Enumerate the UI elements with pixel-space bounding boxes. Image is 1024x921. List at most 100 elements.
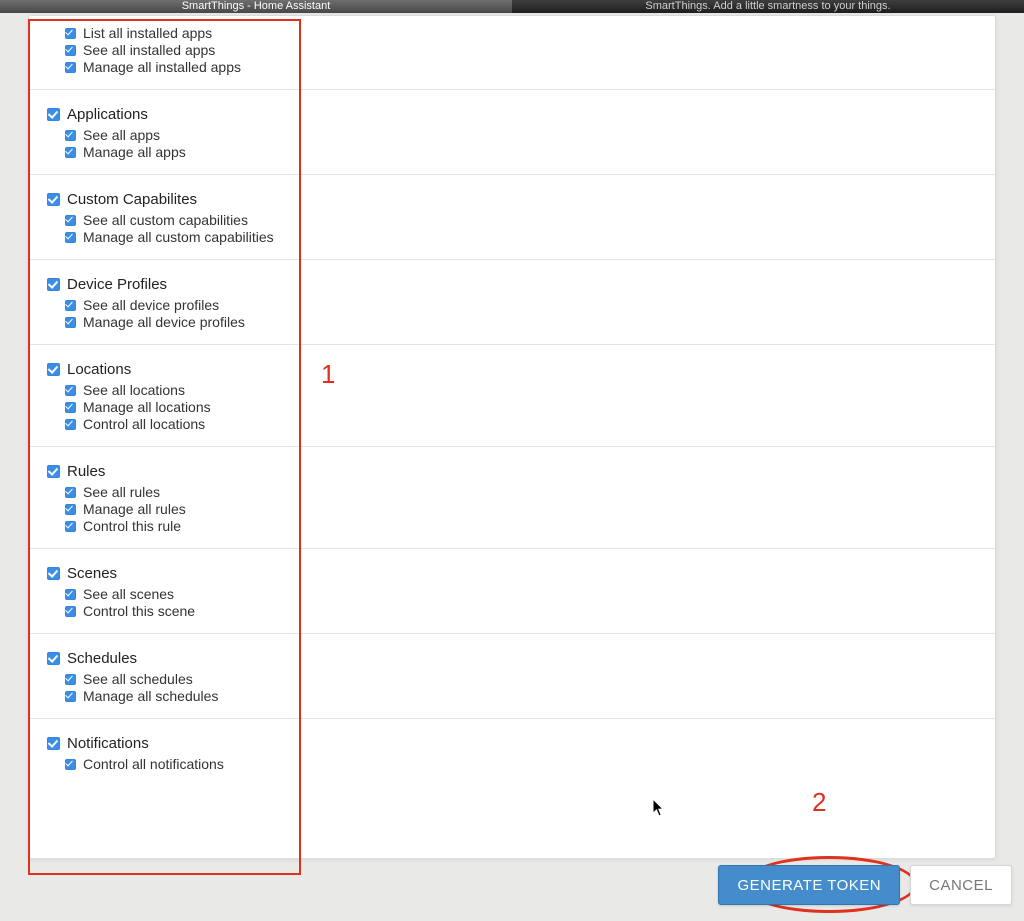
permission-label: Manage all device profiles (83, 314, 245, 330)
permission-label: See all apps (83, 127, 160, 143)
permission-label: Control all notifications (83, 756, 224, 772)
permission-label: See all schedules (83, 671, 193, 687)
permission-item[interactable]: Manage all locations (47, 399, 977, 415)
section-header[interactable]: Rules (47, 463, 977, 480)
permission-item[interactable]: See all device profiles (47, 297, 977, 313)
permission-item[interactable]: See all installed apps (47, 42, 977, 58)
permission-label: Manage all installed apps (83, 59, 241, 75)
permission-item[interactable]: See all scenes (47, 586, 977, 602)
checkbox-icon[interactable] (65, 300, 76, 311)
section-applications: Applications See all appsManage all apps (29, 90, 995, 175)
browser-tab-inactive[interactable]: SmartThings. Add a little smartness to y… (512, 0, 1024, 13)
permission-label: Control all locations (83, 416, 205, 432)
permission-label: See all locations (83, 382, 185, 398)
section-title: Locations (67, 361, 131, 378)
permission-item[interactable]: Manage all device profiles (47, 314, 977, 330)
checkbox-icon[interactable] (65, 691, 76, 702)
permission-item[interactable]: List all installed apps (47, 25, 977, 41)
permission-item[interactable]: Manage all installed apps (47, 59, 977, 75)
permission-label: Control this rule (83, 518, 181, 534)
section-rules: Rules See all rulesManage all rulesContro… (29, 447, 995, 549)
section-header[interactable]: Device Profiles (47, 276, 977, 293)
permission-item[interactable]: Manage all rules (47, 501, 977, 517)
cancel-button[interactable]: CANCEL (910, 865, 1012, 905)
checkbox-icon[interactable] (65, 521, 76, 532)
checkbox-icon[interactable] (65, 45, 76, 56)
section-schedules: Schedules See all schedulesManage all sch… (29, 634, 995, 719)
checkbox-icon[interactable] (65, 589, 76, 600)
section-title: Scenes (67, 565, 117, 582)
section-header[interactable]: Scenes (47, 565, 977, 582)
permission-label: See all device profiles (83, 297, 219, 313)
checkbox-icon[interactable] (47, 737, 60, 750)
section-custom-capabilities: Custom Capabilites See all custom capabil… (29, 175, 995, 260)
permission-label: Manage all custom capabilities (83, 229, 274, 245)
checkbox-icon[interactable] (65, 232, 76, 243)
section-header[interactable]: Custom Capabilites (47, 191, 977, 208)
section-installed-apps: List all installed appsSee all installed… (29, 16, 995, 90)
permission-item[interactable]: Control all notifications (47, 756, 977, 772)
form-actions: GENERATE TOKEN CANCEL (718, 865, 1012, 905)
section-notifications: Notifications Control all notifications (29, 719, 995, 786)
generate-token-button[interactable]: GENERATE TOKEN (718, 865, 900, 905)
permission-item[interactable]: Manage all custom capabilities (47, 229, 977, 245)
checkbox-icon[interactable] (47, 193, 60, 206)
checkbox-icon[interactable] (65, 215, 76, 226)
checkbox-icon[interactable] (65, 28, 76, 39)
checkbox-icon[interactable] (65, 674, 76, 685)
section-header[interactable]: Schedules (47, 650, 977, 667)
permission-label: Manage all rules (83, 501, 186, 517)
permission-item[interactable]: Control this rule (47, 518, 977, 534)
permission-item[interactable]: See all custom capabilities (47, 212, 977, 228)
browser-tab-active[interactable]: SmartThings - Home Assistant (0, 0, 512, 13)
section-title: Applications (67, 106, 148, 123)
checkbox-icon[interactable] (47, 108, 60, 121)
checkbox-icon[interactable] (47, 278, 60, 291)
checkbox-icon[interactable] (65, 402, 76, 413)
section-header[interactable]: Applications (47, 106, 977, 123)
checkbox-icon[interactable] (65, 759, 76, 770)
section-header[interactable]: Locations (47, 361, 977, 378)
browser-tab-strip: SmartThings - Home Assistant SmartThings… (0, 0, 1024, 13)
section-title: Custom Capabilites (67, 191, 197, 208)
permission-item[interactable]: Control this scene (47, 603, 977, 619)
section-scenes: Scenes See all scenesControl this scene (29, 549, 995, 634)
permissions-card: List all installed appsSee all installed… (28, 15, 996, 859)
checkbox-icon[interactable] (65, 504, 76, 515)
checkbox-icon[interactable] (47, 363, 60, 376)
checkbox-icon[interactable] (65, 385, 76, 396)
permission-label: Manage all apps (83, 144, 186, 160)
permission-item[interactable]: See all schedules (47, 671, 977, 687)
permission-item[interactable]: See all apps (47, 127, 977, 143)
permission-label: Manage all locations (83, 399, 211, 415)
section-title: Notifications (67, 735, 149, 752)
checkbox-icon[interactable] (47, 567, 60, 580)
checkbox-icon[interactable] (65, 419, 76, 430)
checkbox-icon[interactable] (47, 465, 60, 478)
permission-label: See all scenes (83, 586, 174, 602)
permission-item[interactable]: Manage all apps (47, 144, 977, 160)
permission-label: List all installed apps (83, 25, 212, 41)
section-title: Device Profiles (67, 276, 167, 293)
permission-item[interactable]: See all rules (47, 484, 977, 500)
section-header[interactable]: Notifications (47, 735, 977, 752)
permission-label: See all custom capabilities (83, 212, 248, 228)
permission-item[interactable]: Control all locations (47, 416, 977, 432)
permission-label: See all installed apps (83, 42, 215, 58)
permission-item[interactable]: Manage all schedules (47, 688, 977, 704)
permission-label: Manage all schedules (83, 688, 218, 704)
checkbox-icon[interactable] (65, 147, 76, 158)
checkbox-icon[interactable] (65, 130, 76, 141)
section-device-profiles: Device Profiles See all device profilesMa… (29, 260, 995, 345)
permission-item[interactable]: See all locations (47, 382, 977, 398)
permission-label: Control this scene (83, 603, 195, 619)
section-title: Rules (67, 463, 105, 480)
checkbox-icon[interactable] (65, 487, 76, 498)
permission-label: See all rules (83, 484, 160, 500)
checkbox-icon[interactable] (65, 606, 76, 617)
checkbox-icon[interactable] (65, 317, 76, 328)
section-locations: Locations See all locationsManage all loc… (29, 345, 995, 447)
checkbox-icon[interactable] (65, 62, 76, 73)
section-title: Schedules (67, 650, 137, 667)
checkbox-icon[interactable] (47, 652, 60, 665)
